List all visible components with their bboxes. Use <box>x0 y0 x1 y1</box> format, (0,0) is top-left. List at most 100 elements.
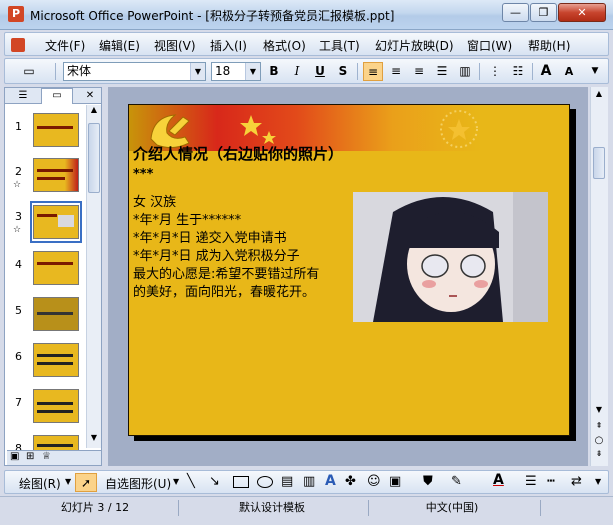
menu-bar: 文件(F) 编辑(E) 视图(V) 插入(I) 格式(O) 工具(T) 幻灯片放… <box>4 32 609 56</box>
columns-icon[interactable]: ▥ <box>455 62 475 81</box>
status-separator <box>368 500 369 516</box>
minimize-button[interactable]: — <box>502 3 529 22</box>
fill-color-icon[interactable]: ⛊ <box>423 474 433 489</box>
slide-thumbnail[interactable] <box>33 389 79 423</box>
restore-button[interactable]: ❐ <box>530 3 557 22</box>
status-separator <box>178 500 179 516</box>
select-browse-object-icon[interactable]: ○ <box>593 435 605 447</box>
autoshapes-menu-button[interactable]: 自选图形(U) <box>105 475 171 492</box>
scroll-thumb[interactable] <box>88 123 100 193</box>
menu-format[interactable]: 格式(O) <box>263 37 306 54</box>
vertical-textbox-icon[interactable]: ▥ <box>303 474 315 489</box>
align-center-icon[interactable]: ≡ <box>386 62 406 81</box>
slide-thumbnail[interactable] <box>33 113 79 147</box>
menu-insert[interactable]: 插入(I) <box>210 37 247 54</box>
new-document-icon[interactable]: ▭ <box>19 62 39 81</box>
chevron-down-icon[interactable]: ▼ <box>245 63 260 80</box>
bullets-icon[interactable]: ☷ <box>508 62 528 81</box>
toolbar-separator <box>55 63 56 80</box>
arrow-style-icon[interactable]: ⇄ <box>571 474 582 489</box>
textbox-tool-icon[interactable]: ▤ <box>281 474 293 489</box>
toolbar-options-icon[interactable]: ▼ <box>595 477 601 486</box>
rectangle-tool-icon[interactable] <box>233 476 249 488</box>
menu-file[interactable]: 文件(F) <box>45 37 85 54</box>
select-objects-icon[interactable]: ➚ <box>75 473 97 492</box>
menu-edit[interactable]: 编辑(E) <box>99 37 140 54</box>
slide-scrollbar[interactable]: ▲ ▼ ⇞ ○ ⇟ <box>590 87 608 466</box>
draw-menu-button[interactable]: 绘图(R) <box>19 475 61 492</box>
body-line[interactable]: 女 汉族 <box>133 191 176 210</box>
slide-thumbnail[interactable] <box>33 251 79 285</box>
body-line[interactable]: *年*月 生于****** <box>133 209 241 228</box>
italic-button[interactable]: I <box>287 62 307 81</box>
menu-help[interactable]: 帮助(H) <box>528 37 570 54</box>
slide-thumbnail[interactable] <box>33 343 79 377</box>
align-left-icon[interactable]: ≡ <box>363 62 383 81</box>
body-line[interactable]: 最大的心愿是:希望不要错过所有 <box>133 263 319 282</box>
slide-thumbnail[interactable] <box>33 158 79 192</box>
status-separator <box>540 500 541 516</box>
slide-sorter-view-icon[interactable]: ⊞ <box>26 451 34 462</box>
slide-thumbnail[interactable] <box>33 297 79 331</box>
body-line[interactable]: 的美好，面向阳光，春暖花开。 <box>133 281 315 300</box>
powerpoint-icon[interactable]: P <box>8 6 24 22</box>
font-name-value: 宋体 <box>67 64 92 78</box>
arrow-tool-icon[interactable]: ↘ <box>209 474 220 489</box>
font-name-select[interactable]: 宋体 ▼ <box>63 62 206 81</box>
close-panel-icon[interactable]: ✕ <box>83 89 97 103</box>
align-right-icon[interactable]: ≡ <box>409 62 429 81</box>
wordart-icon[interactable]: A <box>325 473 336 489</box>
slideshow-view-icon[interactable]: ♕ <box>42 451 51 462</box>
outline-tab-icon[interactable]: ☰ <box>10 89 36 103</box>
document-menu-icon[interactable] <box>11 38 25 52</box>
toolbar-options-icon[interactable]: ▼ <box>585 62 605 81</box>
close-window-button[interactable]: ✕ <box>558 3 606 22</box>
thumbnail-number: 4 <box>15 258 22 271</box>
slides-tab-icon[interactable]: ▭ <box>41 88 73 104</box>
current-slide[interactable]: 介绍人情况（右边贴你的照片） *** 女 汉族 *年*月 生于****** *年… <box>128 104 570 436</box>
scroll-up-icon[interactable]: ▲ <box>88 105 100 119</box>
scroll-down-icon[interactable]: ▼ <box>593 405 605 419</box>
thumbnail-number: 6 <box>15 350 22 363</box>
chevron-down-icon[interactable]: ▼ <box>65 477 71 486</box>
picture-icon[interactable]: ▣ <box>389 474 401 489</box>
grow-font-button[interactable]: A <box>536 62 556 81</box>
title-bar: P Microsoft Office PowerPoint - [积极分子转预备… <box>0 0 613 30</box>
scroll-down-icon[interactable]: ▼ <box>88 433 100 447</box>
dash-style-icon[interactable]: ┅ <box>547 474 555 489</box>
line-tool-icon[interactable]: ╲ <box>187 474 195 489</box>
slide-title[interactable]: 介绍人情况（右边贴你的照片） <box>133 143 343 164</box>
body-line[interactable]: *年*月*日 成为入党积极分子 <box>133 245 300 264</box>
distribute-icon[interactable]: ☰ <box>432 62 452 81</box>
previous-slide-icon[interactable]: ⇞ <box>593 421 605 433</box>
line-style-icon[interactable]: ☰ <box>525 474 537 489</box>
next-slide-icon[interactable]: ⇟ <box>593 449 605 461</box>
scroll-up-icon[interactable]: ▲ <box>593 89 605 103</box>
font-size-select[interactable]: 18 ▼ <box>211 62 261 81</box>
normal-view-icon[interactable]: ▣ <box>10 451 19 462</box>
numbering-icon[interactable]: ⋮ <box>485 62 505 81</box>
chevron-down-icon[interactable]: ▼ <box>173 477 179 486</box>
chevron-down-icon[interactable]: ▼ <box>190 63 205 80</box>
thumbnail-number: 1 <box>15 120 22 133</box>
slide-thumbnail-selected[interactable] <box>33 205 79 239</box>
slide-subtitle[interactable]: *** <box>133 167 153 182</box>
line-color-icon[interactable]: ✎ <box>451 474 462 489</box>
underline-button[interactable]: U <box>310 62 330 81</box>
shadow-button[interactable]: S <box>333 62 353 81</box>
panel-scrollbar[interactable]: ▲ ▼ <box>86 105 101 448</box>
bold-button[interactable]: B <box>264 62 284 81</box>
menu-window[interactable]: 窗口(W) <box>467 37 512 54</box>
shrink-font-button[interactable]: A <box>559 62 579 81</box>
body-line[interactable]: *年*月*日 递交入党申请书 <box>133 227 287 246</box>
menu-tools[interactable]: 工具(T) <box>319 37 360 54</box>
menu-view[interactable]: 视图(V) <box>154 37 196 54</box>
view-buttons: ▣ ⊞ ♕ <box>7 450 101 465</box>
oval-tool-icon[interactable] <box>257 476 273 488</box>
menu-slideshow[interactable]: 幻灯片放映(D) <box>375 37 454 54</box>
scroll-thumb[interactable] <box>593 147 605 179</box>
diagram-icon[interactable]: ✤ <box>345 474 356 489</box>
clipart-icon[interactable]: ☺ <box>367 474 381 489</box>
photo-image[interactable] <box>353 192 548 322</box>
font-color-icon[interactable]: A <box>493 472 504 488</box>
